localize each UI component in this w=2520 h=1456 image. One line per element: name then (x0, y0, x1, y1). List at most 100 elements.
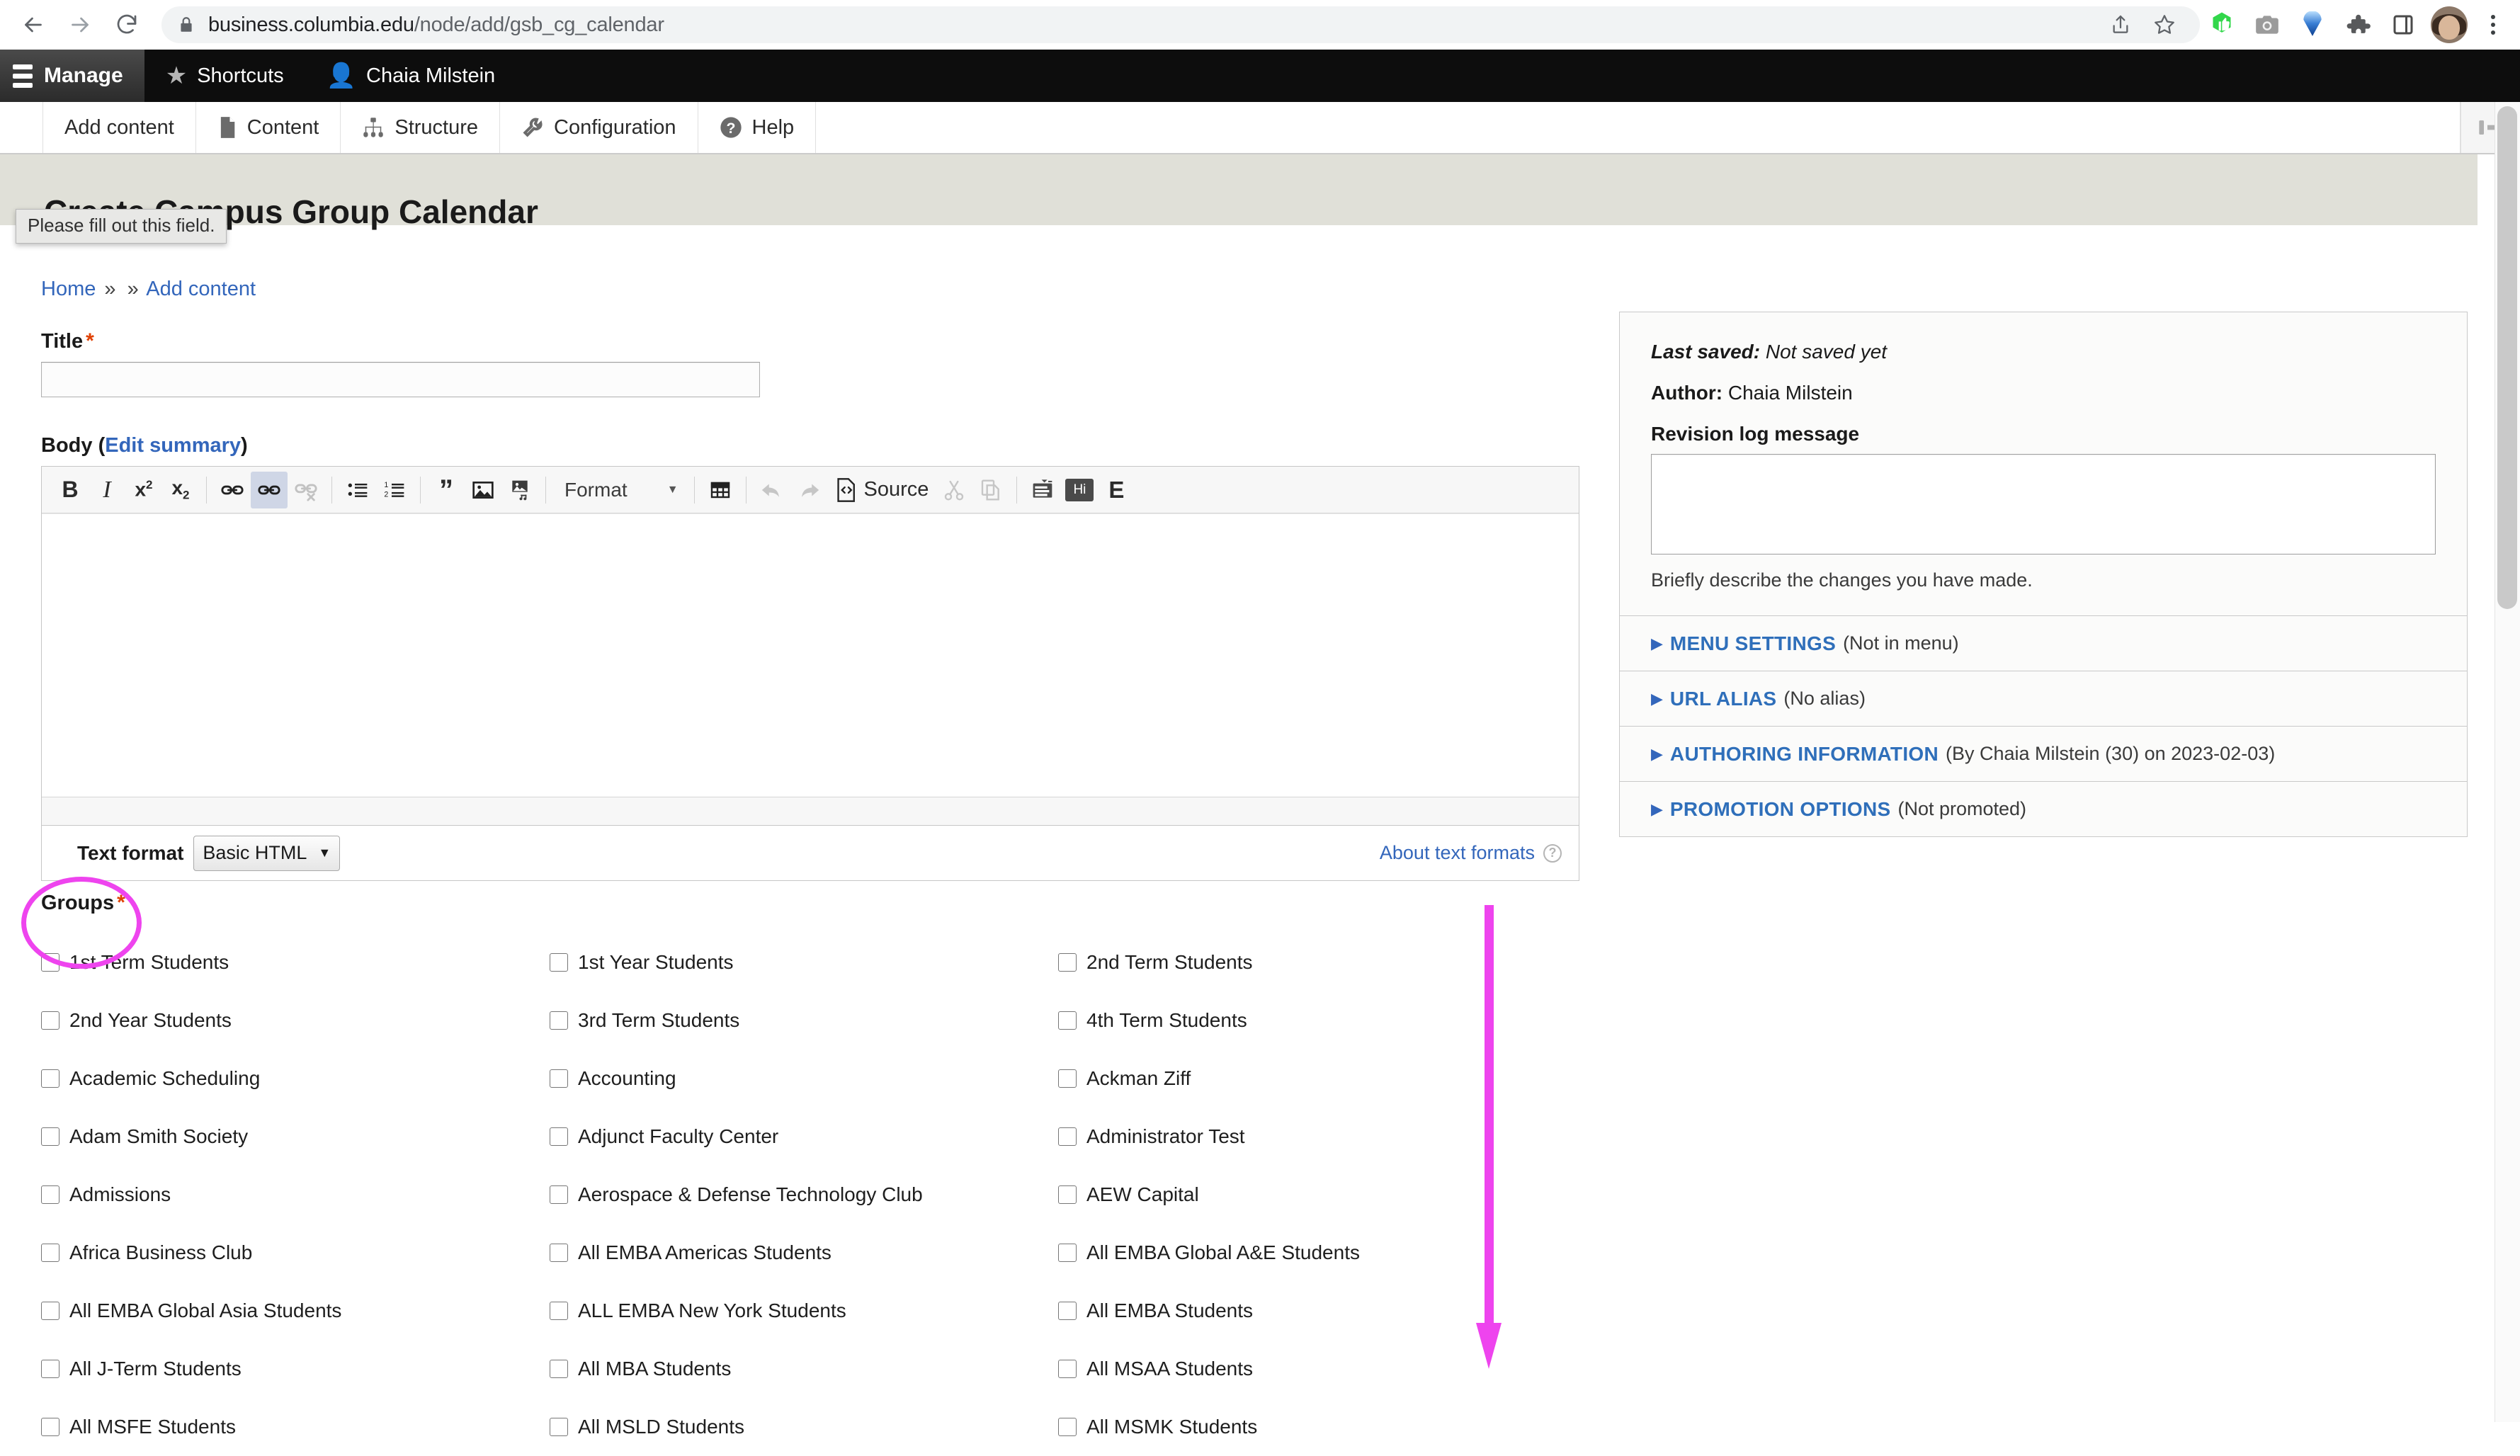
group-checkbox-row[interactable]: Accounting (550, 1050, 1058, 1108)
group-checkbox-row[interactable]: All EMBA Global A&E Students (1058, 1224, 1455, 1282)
copy-icon[interactable] (972, 472, 1009, 508)
menu-item-configuration[interactable]: Configuration (500, 102, 698, 153)
user-account-tab[interactable]: 👤 Chaia Milstein (305, 50, 516, 102)
checkbox[interactable] (1058, 1185, 1077, 1204)
group-checkbox-row[interactable]: 4th Term Students (1058, 991, 1455, 1050)
star-outline-icon[interactable] (2145, 5, 2184, 45)
group-checkbox-row[interactable]: 1st Year Students (550, 933, 1058, 991)
checkbox[interactable] (550, 1069, 568, 1088)
group-checkbox-row[interactable]: Adam Smith Society (41, 1108, 550, 1166)
subscript-icon[interactable]: x2 (162, 472, 199, 508)
revision-log-textarea[interactable] (1651, 454, 2436, 554)
section-menu-settings[interactable]: ▶ MENU SETTINGS (Not in menu) (1619, 616, 2468, 671)
group-checkbox-row[interactable]: ALL EMBA New York Students (550, 1282, 1058, 1340)
green-thumbs-up-icon[interactable] (2200, 3, 2244, 47)
checkbox[interactable] (41, 1185, 59, 1204)
checkbox[interactable] (550, 1185, 568, 1204)
checkbox[interactable] (550, 1418, 568, 1436)
group-checkbox-row[interactable]: Administrator Test (1058, 1108, 1455, 1166)
breadcrumb-add-content[interactable]: Add content (146, 278, 256, 300)
italic-icon[interactable]: I (89, 472, 125, 508)
templates-icon[interactable] (1024, 472, 1061, 508)
highlight-icon[interactable]: Hi (1061, 472, 1098, 508)
group-checkbox-row[interactable]: All EMBA Americas Students (550, 1224, 1058, 1282)
breadcrumb-home[interactable]: Home (41, 278, 96, 300)
manage-tab[interactable]: Manage (0, 50, 144, 102)
group-checkbox-row[interactable]: Adjunct Faculty Center (550, 1108, 1058, 1166)
back-arrow-icon[interactable] (10, 1, 57, 48)
checkbox[interactable] (1058, 1127, 1077, 1146)
blockquote-icon[interactable]: ” (428, 472, 465, 508)
edit-summary-link[interactable]: Edit summary (105, 434, 241, 457)
group-checkbox-row[interactable]: 3rd Term Students (550, 991, 1058, 1050)
blue-pin-icon[interactable] (2291, 3, 2334, 47)
checkbox[interactable] (550, 1302, 568, 1320)
format-dropdown[interactable]: Format ▼ (553, 472, 687, 508)
checkbox[interactable] (1058, 1302, 1077, 1320)
checkbox[interactable] (1058, 1069, 1077, 1088)
entities-icon[interactable]: E (1098, 472, 1135, 508)
bulleted-list-icon[interactable] (339, 472, 376, 508)
camera-icon[interactable] (2245, 3, 2289, 47)
help-circle-icon[interactable]: ? (1543, 843, 1562, 863)
group-checkbox-row[interactable]: AEW Capital (1058, 1166, 1455, 1224)
page-scrollbar-thumb[interactable] (2497, 106, 2517, 609)
group-checkbox-row[interactable]: All J-Term Students (41, 1340, 550, 1398)
undo-icon[interactable] (754, 472, 790, 508)
reload-icon[interactable] (103, 1, 150, 48)
checkbox[interactable] (550, 1127, 568, 1146)
link-icon[interactable] (214, 472, 251, 508)
group-checkbox-row[interactable]: Africa Business Club (41, 1224, 550, 1282)
group-checkbox-row[interactable]: Admissions (41, 1166, 550, 1224)
group-checkbox-row[interactable]: All MSAA Students (1058, 1340, 1455, 1398)
group-checkbox-row[interactable]: Aerospace & Defense Technology Club (550, 1166, 1058, 1224)
checkbox[interactable] (41, 1069, 59, 1088)
shortcuts-tab[interactable]: ★ Shortcuts (144, 50, 305, 102)
text-format-select[interactable]: Basic HTML ▼ (193, 835, 341, 871)
group-checkbox-row[interactable]: Ackman Ziff (1058, 1050, 1455, 1108)
numbered-list-icon[interactable]: 12 (376, 472, 413, 508)
checkbox[interactable] (550, 1360, 568, 1378)
side-panel-icon[interactable] (2381, 3, 2425, 47)
redo-icon[interactable] (790, 472, 827, 508)
checkbox[interactable] (550, 1244, 568, 1262)
menu-item-help[interactable]: ? Help (698, 102, 817, 153)
group-checkbox-row[interactable]: All MSMK Students (1058, 1398, 1455, 1456)
image-icon[interactable] (465, 472, 501, 508)
section-url-alias[interactable]: ▶ URL ALIAS (No alias) (1619, 671, 2468, 727)
group-checkbox-row[interactable]: Academic Scheduling (41, 1050, 550, 1108)
unlink-icon[interactable] (288, 472, 324, 508)
checkbox[interactable] (1058, 1360, 1077, 1378)
anchor-icon[interactable] (251, 471, 288, 508)
checkbox[interactable] (1058, 1244, 1077, 1262)
checkbox[interactable] (1058, 953, 1077, 972)
three-dot-menu-icon[interactable] (2473, 5, 2513, 45)
forward-arrow-icon[interactable] (57, 1, 103, 48)
checkbox[interactable] (41, 953, 59, 972)
title-input[interactable] (41, 362, 760, 397)
cut-icon[interactable] (936, 472, 972, 508)
source-button[interactable]: Source (827, 472, 936, 508)
profile-avatar-icon[interactable] (2431, 6, 2468, 43)
checkbox[interactable] (550, 953, 568, 972)
group-checkbox-row[interactable]: 2nd Term Students (1058, 933, 1455, 991)
address-bar[interactable]: business.columbia.edu/node/add/gsb_cg_ca… (161, 6, 2200, 43)
group-checkbox-row[interactable]: All EMBA Students (1058, 1282, 1455, 1340)
menu-item-add-content[interactable]: Add content (42, 102, 196, 153)
checkbox[interactable] (41, 1244, 59, 1262)
media-icon[interactable] (501, 472, 538, 508)
checkbox[interactable] (1058, 1418, 1077, 1436)
table-icon[interactable] (702, 472, 739, 508)
body-editable-area[interactable] (42, 513, 1579, 797)
group-checkbox-row[interactable]: 2nd Year Students (41, 991, 550, 1050)
section-promotion-options[interactable]: ▶ PROMOTION OPTIONS (Not promoted) (1619, 782, 2468, 837)
group-checkbox-row[interactable]: All MBA Students (550, 1340, 1058, 1398)
checkbox[interactable] (41, 1127, 59, 1146)
checkbox[interactable] (41, 1418, 59, 1436)
section-authoring-information[interactable]: ▶ AUTHORING INFORMATION (By Chaia Milste… (1619, 727, 2468, 782)
checkbox[interactable] (41, 1302, 59, 1320)
about-text-formats-link[interactable]: About text formats (1380, 842, 1535, 864)
superscript-icon[interactable]: x2 (125, 472, 162, 508)
checkbox[interactable] (1058, 1011, 1077, 1030)
group-checkbox-row[interactable]: All MSFE Students (41, 1398, 550, 1456)
